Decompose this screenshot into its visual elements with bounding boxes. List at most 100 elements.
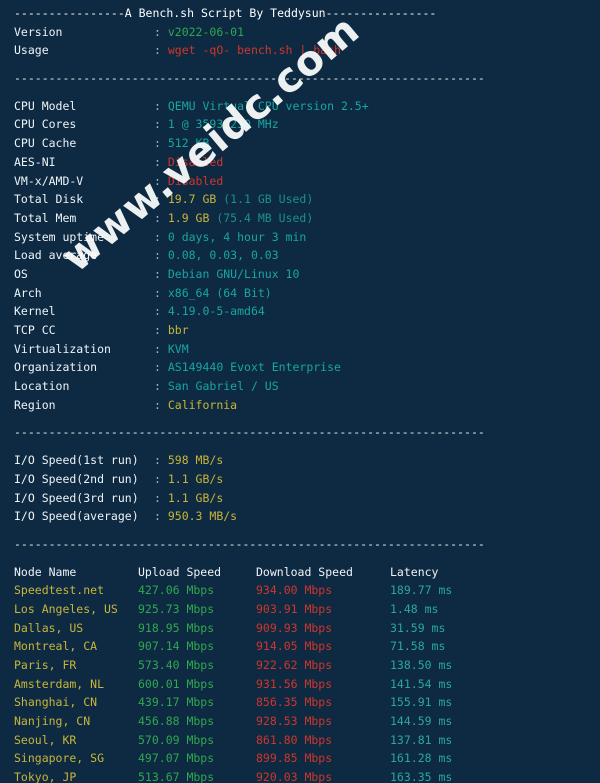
speedtest-node-name: Seoul, KR — [14, 732, 77, 747]
speedtest-latency: 138.50 ms — [390, 658, 453, 672]
speedtest-node-name: Shanghai, CN — [14, 695, 98, 710]
column-header-upload-speed: Upload Speed — [138, 564, 222, 579]
colon-separator: : — [154, 304, 168, 319]
speedtest-row: Speedtest.net 427.06 Mbps 934.00 Mbps 189.7… — [0, 581, 600, 600]
row-usage: Usage: wget -qO- bench.sh | bash — [0, 41, 600, 60]
speedtest-download-speed: 903.91 Mbps — [256, 601, 333, 616]
speedtest-node-name: Paris, FR — [14, 658, 77, 672]
sysinfo-value: 512 KB — [167, 136, 210, 151]
speedtest-row: Singapore, SG 497.07 Mbps 899.85 Mbps 161.2… — [0, 749, 600, 768]
speedtest-node-name: Tokyo, JP — [14, 770, 77, 783]
sysinfo-value: 1.9 GB — [167, 210, 210, 225]
row-total-disk: Total Disk: 19.7 GB (1.1 GB Used) — [0, 190, 600, 209]
sysinfo-value: 0 days, 4 hour 3 min — [167, 229, 307, 244]
speedtest-download-speed: 928.53 Mbps — [256, 714, 333, 729]
banner-title: A Bench.sh Script By Teddysun — [124, 6, 326, 20]
colon-separator: : — [154, 453, 168, 468]
io-value: 1.1 GB/s — [167, 490, 224, 505]
sysinfo-label: Total Mem — [14, 210, 77, 225]
speedtest-latency: 155.91 ms — [390, 695, 453, 710]
colon-separator: : — [154, 229, 168, 244]
speedtest-download-speed: 899.85 Mbps — [256, 751, 333, 766]
row-cpu-cache: CPU Cache: 512 KB — [0, 134, 600, 153]
row-os: OS: Debian GNU/Linux 10 — [0, 265, 600, 284]
sysinfo-label: Organization — [14, 360, 98, 375]
speedtest-row: Dallas, US 918.95 Mbps 909.93 Mbps 31.59 ms — [0, 619, 600, 638]
sysinfo-label: Arch — [14, 285, 42, 300]
colon-separator: : — [154, 192, 168, 207]
sysinfo-value: QEMU Virtual CPU version 2.5+ — [167, 98, 369, 113]
system-info-block: CPU Model: QEMU Virtual CPU version 2.5+… — [0, 97, 600, 415]
speedtest-latency: 144.59 ms — [390, 714, 453, 729]
row-io-speed: I/O Speed(3rd run): 1.1 GB/s — [0, 489, 600, 508]
colon-separator: : — [154, 210, 168, 225]
row-virtualization: Virtualization: KVM — [0, 340, 600, 359]
separator-line-1: ----------------------------------------… — [14, 71, 485, 86]
row-region: Region: California — [0, 396, 600, 415]
sysinfo-value: Debian GNU/Linux 10 — [167, 266, 300, 281]
row-io-speed: I/O Speed(1st run): 598 MB/s — [0, 451, 600, 470]
label-usage: Usage — [14, 43, 49, 58]
speedtest-node-name: Montreal, CA — [14, 639, 98, 654]
speedtest-upload-speed: 570.09 Mbps — [138, 732, 215, 747]
speedtest-row: Nanjing, CN 456.88 Mbps 928.53 Mbps 144.59 … — [0, 712, 600, 731]
speedtest-upload-speed: 907.14 Mbps — [138, 639, 215, 654]
row-arch: Arch: x86_64 (64 Bit) — [0, 284, 600, 303]
speedtest-node-name: Nanjing, CN — [14, 714, 91, 729]
banner-dashes-left: ---------------- — [14, 6, 125, 20]
speedtest-download-speed: 922.62 Mbps — [256, 658, 333, 672]
speedtest-upload-speed: 497.07 Mbps — [138, 751, 215, 766]
speedtest-upload-speed: 513.67 Mbps — [138, 770, 215, 783]
sysinfo-value: 4.19.0-5-amd64 — [167, 304, 265, 319]
speedtest-node-name: Amsterdam, NL — [14, 676, 105, 691]
speedtest-latency: 163.35 ms — [390, 770, 453, 783]
speedtest-row: Amsterdam, NL 600.01 Mbps 931.56 Mbps 141.5… — [0, 675, 600, 694]
sysinfo-value: San Gabriel / US — [167, 379, 279, 394]
column-header-latency: Latency — [390, 564, 439, 579]
speedtest-node-name: Los Angeles, US — [14, 601, 118, 616]
speedtest-results-block: Speedtest.net 427.06 Mbps 934.00 Mbps 189.7… — [0, 581, 600, 783]
row-io-speed: I/O Speed(2nd run): 1.1 GB/s — [0, 470, 600, 489]
column-header-node-name: Node Name — [14, 564, 77, 579]
sysinfo-label: Location — [14, 379, 70, 394]
sysinfo-value: KVM — [167, 341, 189, 356]
io-value: 598 MB/s — [167, 453, 224, 468]
colon-separator: : — [154, 154, 168, 169]
separator-line-2: ----------------------------------------… — [14, 425, 485, 440]
column-header-download-speed: Download Speed — [256, 564, 353, 579]
row-organization: Organization: AS149440 Evoxt Enterprise — [0, 358, 600, 377]
row-cpu-model: CPU Model: QEMU Virtual CPU version 2.5+ — [0, 97, 600, 116]
speedtest-row: Seoul, KR 570.09 Mbps 861.80 Mbps 137.81 ms — [0, 731, 600, 750]
sysinfo-value: Disabled — [167, 154, 224, 169]
speedtest-upload-speed: 925.73 Mbps — [138, 601, 215, 616]
colon-separator: : — [154, 397, 168, 412]
sysinfo-value: x86_64 (64 Bit) — [167, 285, 272, 300]
colon-separator: : — [154, 490, 168, 505]
speedtest-download-speed: 909.93 Mbps — [256, 620, 333, 635]
banner-dashes-right: ---------------- — [325, 6, 437, 20]
colon-separator: : — [154, 360, 168, 375]
row-location: Location: San Gabriel / US — [0, 377, 600, 396]
speedtest-upload-speed: 456.88 Mbps — [138, 714, 215, 729]
sysinfo-label: AES-NI — [14, 154, 56, 169]
speedtest-header-row: Node Name Upload Speed Download Speed Laten… — [0, 563, 600, 582]
speedtest-node-name: Singapore, SG — [14, 751, 105, 766]
speedtest-upload-speed: 573.40 Mbps — [138, 658, 215, 672]
speedtest-row: Paris, FR 573.40 Mbps 922.62 Mbps 138.50 ms — [0, 656, 600, 675]
colon-separator: : — [154, 285, 168, 300]
speedtest-upload-speed: 427.06 Mbps — [138, 583, 215, 598]
value-version: v2022-06-01 — [167, 24, 245, 39]
colon-separator: : — [154, 136, 168, 151]
colon-separator: : — [154, 471, 168, 486]
sysinfo-label: Kernel — [14, 304, 56, 319]
speedtest-download-speed: 920.03 Mbps — [256, 770, 333, 783]
sysinfo-value: California — [167, 397, 238, 412]
speedtest-upload-speed: 439.17 Mbps — [138, 695, 215, 710]
row-system-uptime: System uptime: 0 days, 4 hour 3 min — [0, 228, 600, 247]
sysinfo-label: Region — [14, 397, 56, 412]
speedtest-row: Montreal, CA 907.14 Mbps 914.05 Mbps 71.58 … — [0, 637, 600, 656]
separator-line-3: ----------------------------------------… — [14, 536, 485, 551]
